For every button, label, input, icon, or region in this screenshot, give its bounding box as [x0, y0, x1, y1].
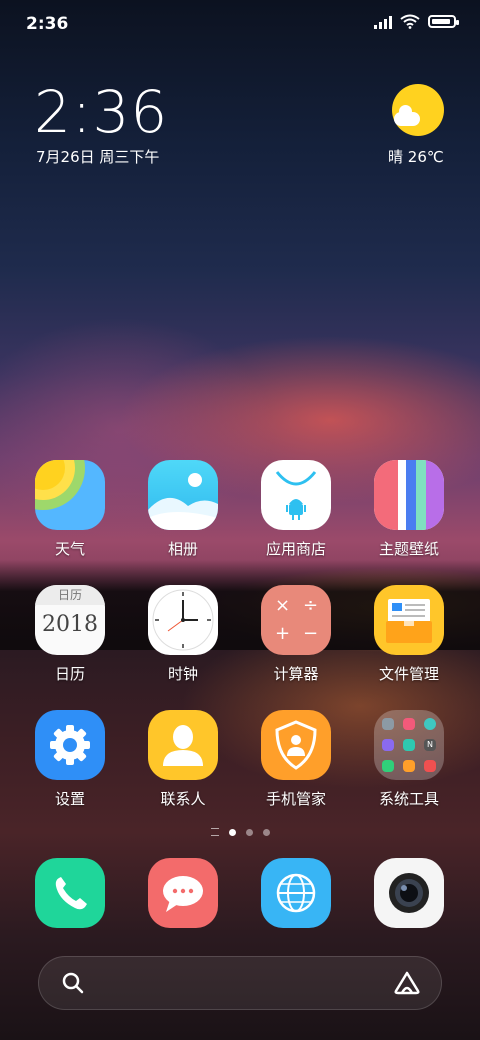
- assistant-icon[interactable]: [393, 970, 421, 996]
- app-contacts[interactable]: 联系人: [133, 710, 233, 809]
- phone-icon: [55, 877, 87, 910]
- cloud-icon: [394, 105, 420, 126]
- contacts-icon: [148, 710, 218, 780]
- dock-camera[interactable]: [374, 858, 444, 928]
- dock-phone[interactable]: [35, 858, 105, 928]
- mini-app-icon: N: [424, 739, 436, 751]
- weather-condition: 晴: [388, 148, 404, 166]
- calendar-icon: 日历 2018: [35, 585, 105, 655]
- app-store-icon: [261, 460, 331, 530]
- calc-symbol: +: [275, 623, 291, 644]
- calendar-year: 2018: [42, 612, 98, 637]
- menu-icon[interactable]: [210, 828, 219, 836]
- security-icon: [261, 710, 331, 780]
- app-label: 设置: [54, 790, 85, 808]
- app-themes[interactable]: 主题壁纸: [359, 460, 459, 559]
- clock-widget-date: 7月26日 周三下午: [36, 148, 160, 166]
- clock-widget-time[interactable]: 2:36: [34, 78, 168, 146]
- weather-temperature: 26℃: [407, 148, 444, 166]
- globe-icon: [276, 873, 316, 913]
- app-clock[interactable]: 时钟: [133, 585, 233, 684]
- calc-symbol: −: [303, 623, 319, 644]
- dock-browser[interactable]: [261, 858, 331, 928]
- folder-icon: N: [374, 710, 444, 780]
- app-label: 时钟: [167, 665, 198, 683]
- dock-messages[interactable]: [148, 858, 218, 928]
- mini-app-icon: [403, 739, 415, 751]
- gallery-icon: [148, 460, 218, 530]
- page-dot[interactable]: [262, 828, 270, 836]
- mini-app-icon: [403, 760, 415, 772]
- search-icon[interactable]: [61, 971, 85, 995]
- status-time: 2:36: [26, 14, 69, 34]
- app-label: 系统工具: [378, 790, 439, 808]
- app-label: 应用商店: [265, 540, 326, 558]
- battery-fill: [432, 19, 450, 24]
- app-calculator[interactable]: × ÷ + − 计算器: [246, 585, 346, 684]
- weather-text: 晴 26℃: [388, 146, 444, 167]
- calc-symbol: ×: [275, 595, 291, 616]
- search-bar[interactable]: [38, 956, 442, 1010]
- mini-app-icon: [382, 739, 394, 751]
- app-label: 主题壁纸: [378, 540, 439, 558]
- camera-icon: [389, 873, 429, 913]
- app-label: 文件管理: [378, 665, 439, 683]
- settings-icon: [35, 710, 105, 780]
- app-settings[interactable]: 设置: [20, 710, 120, 809]
- app-calendar[interactable]: 日历 2018 日历: [20, 585, 120, 684]
- app-gallery[interactable]: 相册: [133, 460, 233, 559]
- page-indicator[interactable]: [0, 828, 480, 836]
- mini-app-icon: [382, 760, 394, 772]
- app-security[interactable]: 手机管家: [246, 710, 346, 809]
- wifi-icon: [400, 14, 420, 29]
- weather-icon: [35, 460, 105, 530]
- app-label: 日历: [54, 665, 85, 683]
- calculator-icon: × ÷ + −: [261, 585, 331, 655]
- page-dot[interactable]: [245, 828, 253, 836]
- status-bar: 2:36: [0, 0, 480, 50]
- app-label: 相册: [167, 540, 198, 558]
- app-label: 手机管家: [265, 790, 326, 808]
- calc-symbol: ÷: [303, 595, 319, 616]
- app-folder-tools[interactable]: N 系统工具: [359, 710, 459, 809]
- app-label: 天气: [54, 540, 85, 558]
- mini-app-icon: [424, 718, 436, 730]
- battery-icon: [428, 15, 459, 28]
- app-label: 计算器: [273, 665, 319, 683]
- file-manager-icon: [374, 585, 444, 655]
- mini-app-icon: [403, 718, 415, 730]
- app-weather[interactable]: 天气: [20, 460, 120, 559]
- page-dot[interactable]: [228, 828, 236, 836]
- app-label: 联系人: [160, 790, 206, 808]
- calendar-header: 日历: [35, 585, 105, 605]
- mini-app-icon: [382, 718, 394, 730]
- app-file-manager[interactable]: 文件管理: [359, 585, 459, 684]
- status-icons: [374, 14, 459, 29]
- themes-icon: [374, 460, 444, 530]
- signal-icon: [374, 15, 392, 29]
- mini-app-icon: [424, 760, 436, 772]
- app-store[interactable]: 应用商店: [246, 460, 346, 559]
- clock-icon: [148, 585, 218, 655]
- message-icon: [163, 876, 203, 912]
